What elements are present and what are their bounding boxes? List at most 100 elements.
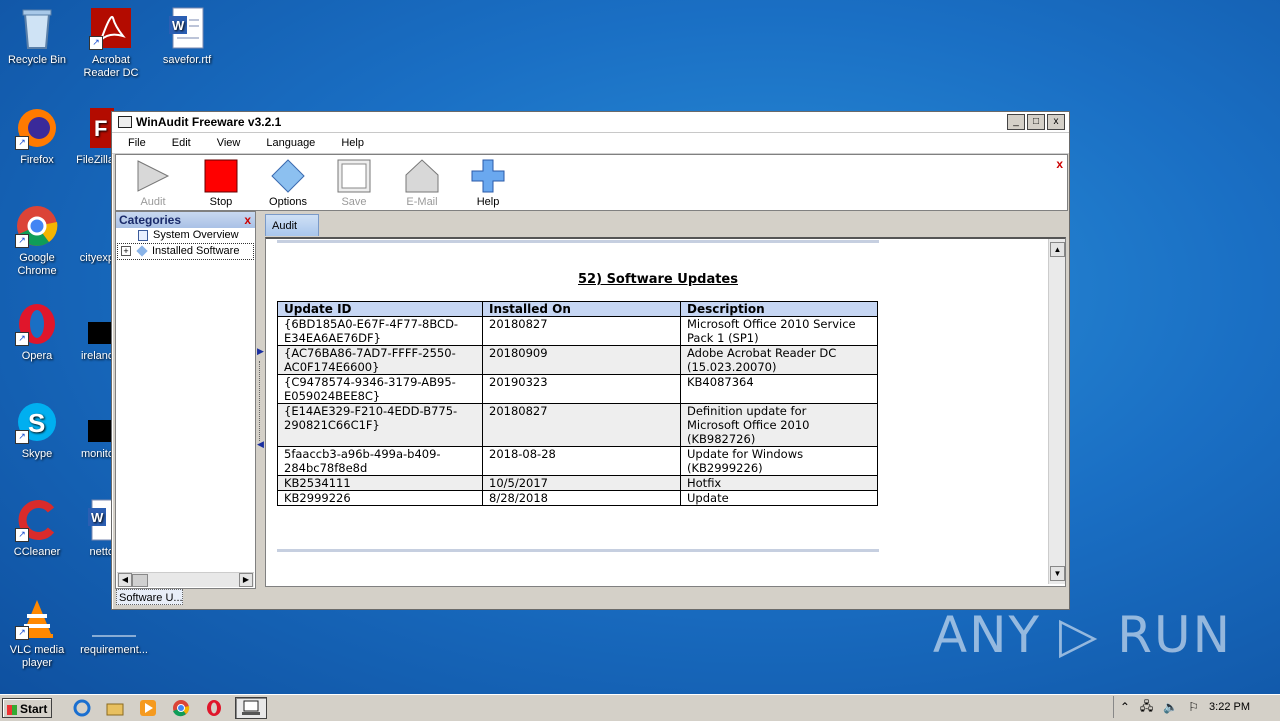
recycle-bin-icon bbox=[15, 6, 59, 50]
file-icon bbox=[74, 400, 114, 444]
tab-bar: Audit bbox=[265, 213, 1065, 237]
expand-icon[interactable]: + bbox=[121, 246, 131, 257]
shortcut-arrow-icon: ↗ bbox=[15, 332, 29, 346]
table-cell: Definition update for Microsoft Office 2… bbox=[680, 403, 878, 447]
table-cell: Microsoft Office 2010 Service Pack 1 (SP… bbox=[680, 316, 878, 346]
menu-view[interactable]: View bbox=[201, 137, 251, 149]
start-button[interactable]: Start bbox=[2, 698, 52, 718]
shortcut-arrow-icon: ↗ bbox=[15, 528, 29, 542]
explorer-icon[interactable] bbox=[103, 698, 127, 718]
table-cell: KB2534111 bbox=[277, 475, 483, 491]
desktop-icon-vlc[interactable]: ↗ VLC media player bbox=[0, 596, 74, 670]
svg-text:W: W bbox=[91, 510, 104, 525]
table-cell: Update for Windows (KB2999226) bbox=[680, 446, 878, 476]
ie-icon[interactable] bbox=[70, 698, 94, 718]
tree-item-installed-software[interactable]: + Installed Software bbox=[117, 243, 254, 260]
table-cell: {C9478574-9346-3179-AB95- E059024BEE8C} bbox=[277, 374, 483, 404]
minimize-button[interactable]: _ bbox=[1007, 114, 1025, 130]
scroll-left-icon[interactable]: ◀ bbox=[118, 573, 132, 587]
taskbar: Start ⌃ 🖧 🔈 ⚐ 3:22 PM bbox=[0, 694, 1280, 721]
scroll-down-icon[interactable]: ▼ bbox=[1050, 566, 1065, 581]
chrome-taskbar-icon[interactable] bbox=[169, 698, 193, 718]
table-cell: Adobe Acrobat Reader DC (15.023.20070) bbox=[680, 345, 878, 375]
email-button[interactable]: E-Mail bbox=[392, 159, 452, 208]
flag-icon[interactable]: ⚐ bbox=[1188, 700, 1199, 714]
tray-expand-icon[interactable]: ⌃ bbox=[1120, 700, 1130, 714]
pane-splitter[interactable]: ▶ ◀ bbox=[256, 211, 264, 587]
splitter-expand-icon[interactable]: ▶ bbox=[257, 346, 264, 357]
diamond-icon bbox=[136, 245, 148, 257]
desktop-icon-chrome[interactable]: ↗ Google Chrome bbox=[0, 204, 74, 278]
close-button[interactable]: x bbox=[1047, 114, 1065, 130]
scroll-thumb[interactable] bbox=[132, 574, 148, 587]
table-cell: 2018-08-28 bbox=[482, 446, 681, 476]
categories-pane: Categories x System Overview + Installed … bbox=[115, 211, 256, 589]
svg-text:S: S bbox=[28, 408, 45, 438]
stop-icon bbox=[204, 159, 238, 193]
save-button[interactable]: Save bbox=[324, 159, 384, 208]
splitter-collapse-icon[interactable]: ◀ bbox=[257, 439, 264, 450]
opera-taskbar-icon[interactable] bbox=[202, 698, 226, 718]
top-rule bbox=[277, 240, 879, 243]
table-cell: KB4087364 bbox=[680, 374, 878, 404]
svg-text:W: W bbox=[172, 18, 185, 33]
desktop-icon-firefox[interactable]: ↗ Firefox bbox=[0, 106, 74, 167]
table-row: {6BD185A0-E67F-4F77-8BCD- E34EA6AE76DF} 2… bbox=[277, 316, 878, 346]
report-vscrollbar[interactable]: ▲ ▼ bbox=[1048, 239, 1065, 584]
desktop-icon-recycle-bin[interactable]: Recycle Bin bbox=[0, 6, 74, 67]
menu-help[interactable]: Help bbox=[325, 137, 374, 149]
ccleaner-icon: ↗ bbox=[15, 498, 59, 542]
desktop-icon-opera[interactable]: ↗ Opera bbox=[0, 302, 74, 363]
maximize-button[interactable]: □ bbox=[1027, 114, 1045, 130]
tree-item-system-overview[interactable]: System Overview bbox=[116, 228, 255, 243]
audit-button[interactable]: Audit bbox=[123, 159, 183, 208]
network-icon[interactable]: 🖧 bbox=[1140, 697, 1153, 718]
file-icon bbox=[74, 302, 114, 346]
scroll-up-icon[interactable]: ▲ bbox=[1050, 242, 1065, 257]
media-player-icon[interactable] bbox=[136, 698, 160, 718]
clock[interactable]: 3:22 PM bbox=[1209, 701, 1250, 713]
desktop-icon-acrobat[interactable]: ↗ Acrobat Reader DC bbox=[74, 6, 148, 80]
options-button[interactable]: Options bbox=[258, 159, 318, 208]
bottom-rule bbox=[277, 549, 879, 552]
stop-button[interactable]: Stop bbox=[191, 159, 251, 208]
desktop-icon-cityexp[interactable]: cityexp bbox=[74, 204, 114, 265]
table-row: {C9478574-9346-3179-AB95- E059024BEE8C} 2… bbox=[277, 374, 878, 404]
window-title: WinAudit Freeware v3.2.1 bbox=[136, 115, 282, 129]
email-icon bbox=[405, 159, 439, 193]
chrome-icon: ↗ bbox=[15, 204, 59, 248]
toolbar-close-icon[interactable]: x bbox=[1056, 157, 1063, 171]
scroll-right-icon[interactable]: ▶ bbox=[239, 573, 253, 587]
menu-file[interactable]: File bbox=[112, 137, 156, 149]
save-icon bbox=[337, 159, 371, 193]
table-row: KB2999226 8/28/2018 Update bbox=[277, 490, 878, 506]
column-header: Installed On bbox=[482, 301, 681, 317]
menu-bar: File Edit View Language Help bbox=[112, 133, 1069, 154]
tab-audit[interactable]: Audit bbox=[265, 214, 319, 236]
table-row: KB2534111 10/5/2017 Hotfix bbox=[277, 475, 878, 491]
desktop-icon-skype[interactable]: S ↗ Skype bbox=[0, 400, 74, 461]
desktop-icon-netto[interactable]: W netto bbox=[74, 498, 114, 559]
categories-hscrollbar[interactable]: ◀ ▶ bbox=[117, 572, 254, 587]
winaudit-taskbar-button[interactable] bbox=[235, 697, 267, 719]
table-row: 5faaccb3-a96b-499a-b409- 284bc78f8e8d 201… bbox=[277, 446, 878, 476]
categories-close-icon[interactable]: x bbox=[244, 212, 251, 228]
table-cell: 10/5/2017 bbox=[482, 475, 681, 491]
acrobat-icon: ↗ bbox=[89, 6, 133, 50]
title-bar[interactable]: WinAudit Freeware v3.2.1 _ □ x bbox=[112, 112, 1069, 133]
table-cell: KB2999226 bbox=[277, 490, 483, 506]
desktop-icon-ireland[interactable]: ireland bbox=[74, 302, 114, 363]
help-button[interactable]: Help bbox=[458, 159, 518, 208]
menu-edit[interactable]: Edit bbox=[156, 137, 201, 149]
desktop-icon-filezilla[interactable]: F FileZilla bbox=[74, 106, 114, 167]
desktop-icon-savefor[interactable]: W savefor.rtf bbox=[150, 6, 224, 67]
table-cell: 20180827 bbox=[482, 403, 681, 447]
categories-header: Categories x bbox=[116, 212, 255, 228]
volume-icon[interactable]: 🔈 bbox=[1163, 700, 1178, 714]
desktop-icon-monito[interactable]: monito bbox=[74, 400, 114, 461]
menu-language[interactable]: Language bbox=[250, 137, 325, 149]
table-cell: {E14AE329-F210-4EDD-B775- 290821C66C1F} bbox=[277, 403, 483, 447]
desktop-icon-ccleaner[interactable]: ↗ CCleaner bbox=[0, 498, 74, 559]
table-row: {AC76BA86-7AD7-FFFF-2550- AC0F174E6600} 2… bbox=[277, 345, 878, 375]
table-cell: Hotfix bbox=[680, 475, 878, 491]
